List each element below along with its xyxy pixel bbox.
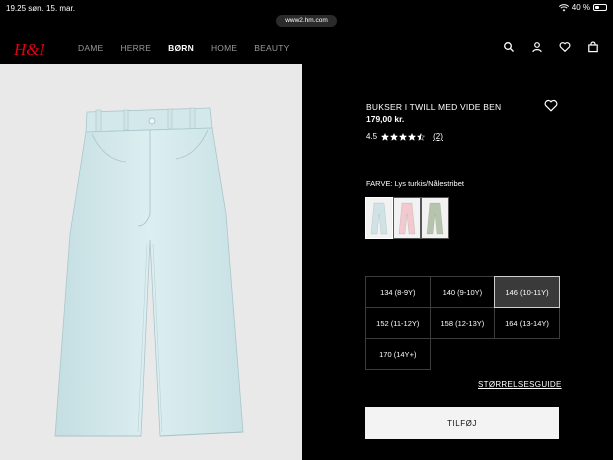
product-photo [54, 107, 244, 437]
size-option[interactable]: 170 (14Y+) [365, 338, 431, 370]
color-label: FARVE: Lys turkis/Nålestribet [366, 179, 464, 188]
battery-percent: 40 % [571, 3, 590, 12]
size-option[interactable]: 164 (13-14Y) [494, 307, 560, 339]
product-title: BUKSER I TWILL MED VIDE BEN [366, 102, 502, 112]
bag-icon[interactable] [587, 41, 599, 53]
status-bar: 19.25 søn. 15. mar. 40 % [0, 0, 613, 16]
rating-value: 4.5 [366, 132, 378, 141]
add-to-bag-button[interactable]: TILFØJ [365, 407, 559, 439]
size-option[interactable]: 140 (9-10Y) [429, 276, 496, 308]
color-swatch[interactable] [365, 197, 393, 239]
search-icon[interactable] [503, 41, 515, 53]
rating-stars [381, 132, 426, 141]
color-swatch[interactable] [393, 197, 421, 239]
logo-text: H&M [14, 40, 44, 59]
star-half-icon [417, 132, 426, 141]
size-option[interactable]: 134 (8-9Y) [365, 276, 431, 308]
product-price: 179,00 kr. [366, 114, 405, 124]
nav-item-beauty[interactable]: BEAUTY [254, 43, 289, 53]
size-grid: 134 (8-9Y) 140 (9-10Y) 146 (10-11Y) 152 (11… [365, 276, 560, 370]
star-full-icon [381, 132, 390, 141]
wifi-icon [558, 3, 569, 11]
nav-item-dame[interactable]: DAME [78, 43, 103, 53]
url-bar[interactable]: www2.hm.com [276, 15, 337, 27]
size-option[interactable]: 146 (10-11Y) [494, 276, 560, 308]
size-guide-link[interactable]: STØRRELSESGUIDE [478, 380, 562, 389]
main-nav: DAME HERRE BØRN HOME BEAUTY [78, 43, 289, 53]
nav-item-herre[interactable]: HERRE [120, 43, 151, 53]
star-full-icon [408, 132, 417, 141]
product-image[interactable] [0, 64, 302, 460]
size-option[interactable]: 158 (12-13Y) [429, 307, 496, 339]
status-right: 40 % [558, 3, 607, 12]
star-full-icon [399, 132, 408, 141]
color-swatches [365, 197, 449, 239]
nav-item-home[interactable]: HOME [211, 43, 237, 53]
status-time-date: 19.25 søn. 15. mar. [6, 4, 75, 13]
rating-row: 4.5 (2) [366, 132, 443, 141]
hm-logo[interactable]: H&M [14, 38, 44, 60]
size-option[interactable]: 152 (11-12Y) [365, 307, 431, 339]
nav-item-børn[interactable]: BØRN [168, 43, 194, 53]
color-swatch[interactable] [421, 197, 449, 239]
battery-icon [593, 4, 607, 11]
heart-icon[interactable] [544, 99, 558, 112]
account-icon[interactable] [531, 41, 543, 53]
header-icons [503, 41, 599, 53]
star-full-icon [390, 132, 399, 141]
favorites-icon[interactable] [559, 41, 571, 53]
reviews-link[interactable]: (2) [433, 132, 443, 141]
